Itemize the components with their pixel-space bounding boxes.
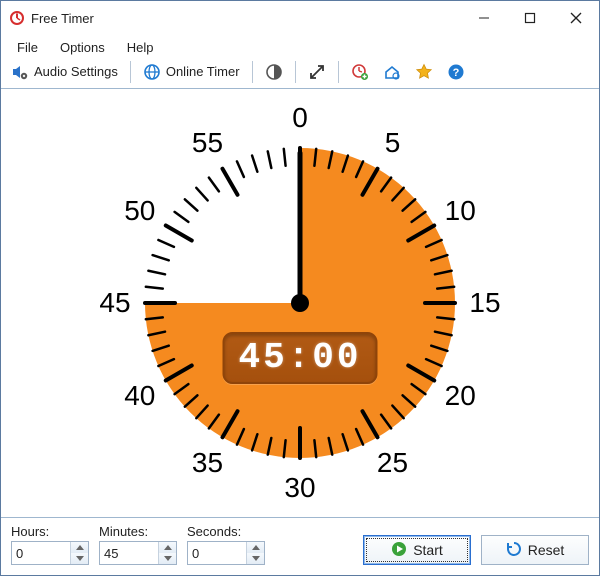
globe-icon bbox=[143, 63, 161, 81]
help-icon: ? bbox=[447, 63, 465, 81]
start-button[interactable]: Start bbox=[363, 535, 471, 565]
clock-plus-icon bbox=[351, 63, 369, 81]
digital-readout: 45:00 bbox=[223, 332, 378, 384]
separator bbox=[252, 61, 253, 83]
dial-face bbox=[95, 98, 505, 508]
separator bbox=[295, 61, 296, 83]
help-button[interactable]: ? bbox=[443, 61, 469, 83]
seconds-label: Seconds: bbox=[187, 524, 265, 539]
hours-value[interactable]: 0 bbox=[12, 542, 70, 564]
start-label: Start bbox=[413, 542, 443, 558]
toolbar: Audio Settings Online Timer bbox=[1, 59, 599, 89]
bottom-panel: Hours: 0 Minutes: 45 Seconds: bbox=[1, 517, 599, 575]
hours-up[interactable] bbox=[71, 542, 88, 553]
seconds-up[interactable] bbox=[247, 542, 264, 553]
home-button[interactable] bbox=[379, 61, 405, 83]
dial-number: 10 bbox=[445, 195, 476, 227]
timer-dial[interactable]: 0 5 10 15 20 25 30 35 40 45 50 55 45:00 bbox=[95, 98, 505, 508]
audio-settings-label: Audio Settings bbox=[34, 64, 118, 79]
title-bar: Free Timer bbox=[1, 1, 599, 35]
dial-number: 35 bbox=[192, 447, 223, 479]
home-globe-icon bbox=[383, 63, 401, 81]
dial-number: 30 bbox=[284, 472, 315, 504]
hours-label: Hours: bbox=[11, 524, 89, 539]
minutes-down[interactable] bbox=[159, 553, 176, 564]
dial-number: 45 bbox=[99, 287, 130, 319]
app-window: Free Timer File Options Help Audio Setti… bbox=[0, 0, 600, 576]
dial-number: 55 bbox=[192, 127, 223, 159]
separator bbox=[130, 61, 131, 83]
star-icon bbox=[415, 63, 433, 81]
menu-options[interactable]: Options bbox=[50, 38, 115, 57]
online-timer-button[interactable]: Online Timer bbox=[139, 61, 244, 83]
reset-button[interactable]: Reset bbox=[481, 535, 589, 565]
close-button[interactable] bbox=[553, 1, 599, 35]
minutes-spinner[interactable]: 45 bbox=[99, 541, 177, 565]
dial-number: 20 bbox=[445, 380, 476, 412]
svg-text:?: ? bbox=[452, 67, 459, 79]
seconds-field: Seconds: 0 bbox=[187, 524, 265, 565]
timer-dial-area: 0 5 10 15 20 25 30 35 40 45 50 55 45:00 bbox=[1, 89, 599, 517]
menu-help[interactable]: Help bbox=[117, 38, 164, 57]
contrast-button[interactable] bbox=[261, 61, 287, 83]
favorite-button[interactable] bbox=[411, 61, 437, 83]
online-timer-label: Online Timer bbox=[166, 64, 240, 79]
minutes-field: Minutes: 45 bbox=[99, 524, 177, 565]
dial-number: 15 bbox=[469, 287, 500, 319]
hours-down[interactable] bbox=[71, 553, 88, 564]
play-icon bbox=[391, 541, 407, 560]
menu-file[interactable]: File bbox=[7, 38, 48, 57]
seconds-spinner[interactable]: 0 bbox=[187, 541, 265, 565]
dial-number: 0 bbox=[292, 102, 308, 134]
expand-icon bbox=[308, 63, 326, 81]
speaker-gear-icon bbox=[11, 63, 29, 81]
seconds-value[interactable]: 0 bbox=[188, 542, 246, 564]
add-timer-button[interactable] bbox=[347, 61, 373, 83]
app-icon bbox=[9, 10, 25, 26]
minutes-label: Minutes: bbox=[99, 524, 177, 539]
reset-icon bbox=[506, 541, 522, 560]
hours-field: Hours: 0 bbox=[11, 524, 89, 565]
dial-number: 25 bbox=[377, 447, 408, 479]
dial-number: 50 bbox=[124, 195, 155, 227]
minutes-value[interactable]: 45 bbox=[100, 542, 158, 564]
fullscreen-button[interactable] bbox=[304, 61, 330, 83]
contrast-icon bbox=[265, 63, 283, 81]
dial-number: 40 bbox=[124, 380, 155, 412]
maximize-button[interactable] bbox=[507, 1, 553, 35]
separator bbox=[338, 61, 339, 83]
reset-label: Reset bbox=[528, 542, 565, 558]
dial-number: 5 bbox=[385, 127, 401, 159]
minimize-button[interactable] bbox=[461, 1, 507, 35]
app-title: Free Timer bbox=[31, 11, 94, 26]
minutes-up[interactable] bbox=[159, 542, 176, 553]
hours-spinner[interactable]: 0 bbox=[11, 541, 89, 565]
seconds-down[interactable] bbox=[247, 553, 264, 564]
menu-bar: File Options Help bbox=[1, 35, 599, 59]
audio-settings-button[interactable]: Audio Settings bbox=[7, 61, 122, 83]
